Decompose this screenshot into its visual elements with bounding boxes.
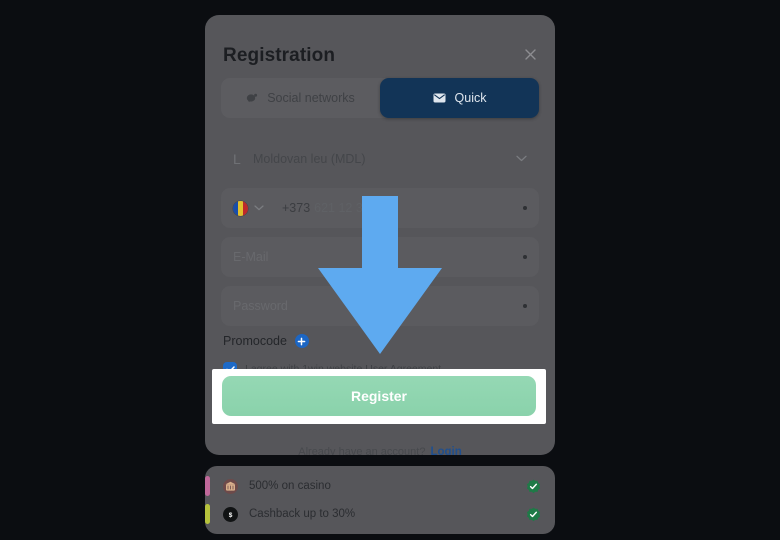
email-field[interactable]: E-Mail bbox=[221, 237, 539, 277]
password-required-dot bbox=[522, 304, 527, 308]
login-prompt: Already have an account? Login bbox=[205, 446, 555, 455]
tab-quick[interactable]: Quick bbox=[380, 78, 539, 118]
country-chevron-down-icon[interactable] bbox=[254, 203, 264, 214]
screen-root: Registration Social networks Quick L Mol… bbox=[0, 0, 780, 540]
chevron-down-icon bbox=[516, 153, 527, 165]
register-button[interactable]: Register bbox=[222, 376, 536, 416]
social-bubble-icon bbox=[246, 93, 258, 104]
phone-required-dot bbox=[523, 206, 527, 210]
tab-social-networks-label: Social networks bbox=[267, 91, 355, 105]
phone-country-code: +373 bbox=[282, 201, 311, 215]
currency-value: Moldovan leu (MDL) bbox=[253, 152, 366, 166]
bonus-panel: 500% on casino $ Cashback up to 30% bbox=[205, 466, 555, 534]
currency-symbol: L bbox=[233, 151, 241, 167]
currency-select[interactable]: L Moldovan leu (MDL) bbox=[221, 139, 539, 179]
login-prompt-question: Already have an account? bbox=[298, 446, 426, 455]
casino-chip-icon bbox=[223, 478, 238, 494]
cashback-coin-icon: $ bbox=[223, 506, 238, 522]
svg-text:$: $ bbox=[229, 512, 233, 519]
promocode-label: Promocode bbox=[223, 334, 287, 348]
bonus-label: 500% on casino bbox=[249, 480, 331, 492]
eye-icon[interactable] bbox=[394, 301, 409, 311]
verified-check-badge bbox=[526, 507, 541, 522]
moldova-flag-icon bbox=[233, 200, 248, 216]
bonus-strip bbox=[205, 504, 210, 524]
verified-check-badge bbox=[526, 479, 541, 494]
email-input[interactable]: E-Mail bbox=[233, 250, 268, 264]
tab-quick-label: Quick bbox=[454, 91, 487, 105]
list-item: 500% on casino bbox=[205, 472, 555, 500]
promocode-toggle[interactable]: Promocode bbox=[223, 334, 309, 348]
password-input[interactable]: Password bbox=[233, 299, 288, 313]
envelope-icon bbox=[433, 93, 446, 103]
tab-social-networks[interactable]: Social networks bbox=[221, 78, 380, 118]
phone-field[interactable]: +373 621 12 345 bbox=[221, 188, 539, 228]
close-icon[interactable] bbox=[519, 43, 541, 65]
registration-tabs: Social networks Quick bbox=[221, 78, 539, 118]
login-link[interactable]: Login bbox=[430, 446, 461, 455]
list-item: $ Cashback up to 30% bbox=[205, 500, 555, 528]
bonus-strip bbox=[205, 476, 210, 496]
phone-input[interactable]: 621 12 345 bbox=[314, 201, 377, 215]
password-field[interactable]: Password bbox=[221, 286, 539, 326]
page-title: Registration bbox=[223, 45, 336, 66]
plus-circle-icon[interactable] bbox=[294, 334, 309, 348]
bonus-label: Cashback up to 30% bbox=[249, 508, 356, 520]
email-required-dot bbox=[523, 255, 527, 259]
